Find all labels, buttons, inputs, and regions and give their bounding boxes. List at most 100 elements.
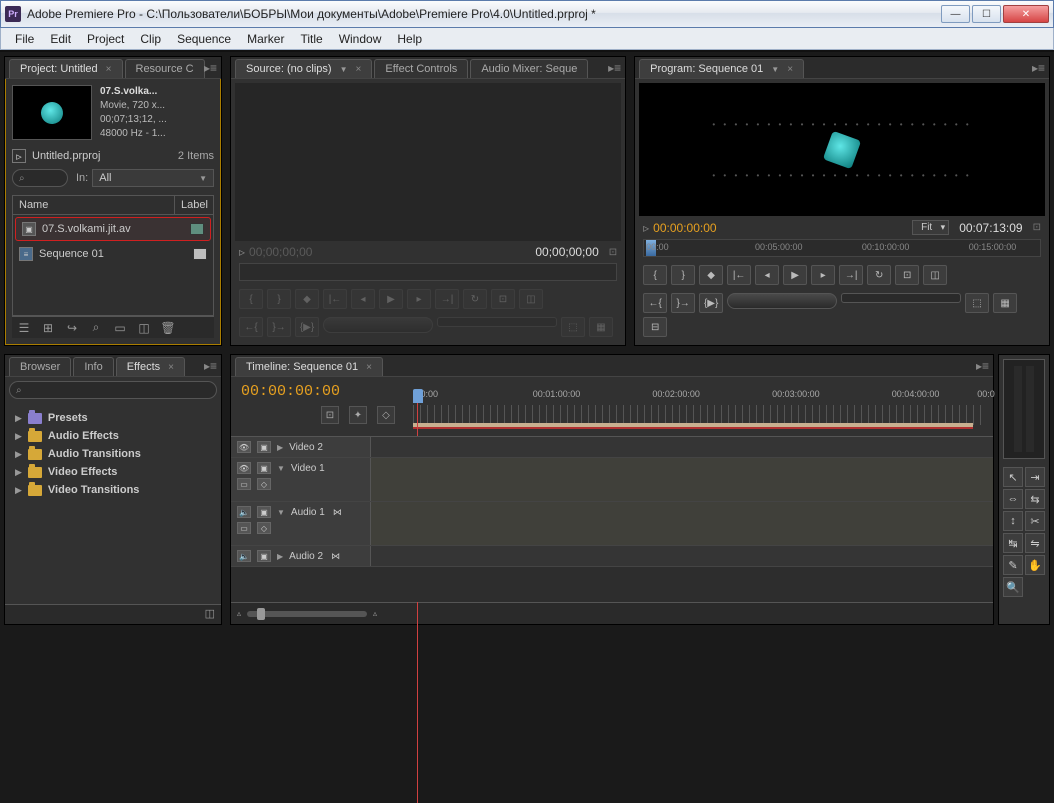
mark-out-button[interactable]: } [267,289,291,309]
label-swatch[interactable] [190,223,204,235]
track-style-icon[interactable]: ▭ [237,522,251,534]
extract-button[interactable]: ▦ [993,293,1017,313]
menu-marker[interactable]: Marker [239,30,292,48]
lock-icon[interactable]: ▣ [257,441,271,453]
zoom-fit-select[interactable]: Fit [912,220,949,235]
lock-icon[interactable]: ▣ [257,506,271,518]
tab-source[interactable]: Source: (no clips)▼× [235,59,372,78]
razor-tool[interactable]: ✂ [1025,511,1045,531]
menu-file[interactable]: File [7,30,42,48]
timeline-playhead[interactable] [413,389,423,427]
play-inout-button[interactable]: {▶} [295,317,319,337]
bin-item-clip[interactable]: ▣ 07.S.volkami.jit.av [15,217,211,241]
play-button[interactable]: ▶ [379,289,403,309]
menu-clip[interactable]: Clip [132,30,169,48]
step-back-button[interactable]: ◂ [755,265,779,285]
menu-edit[interactable]: Edit [42,30,79,48]
slip-tool[interactable]: ↹ [1003,533,1023,553]
play-button[interactable]: ▶ [783,265,807,285]
prev-marker-button[interactable]: ←{ [239,317,263,337]
delete-icon[interactable]: 🗑 [160,320,176,336]
program-ruler[interactable]: 00:00 00:05:00:00 00:10:00:00 00:15:00:0… [643,239,1041,257]
menu-sequence[interactable]: Sequence [169,30,239,48]
eye-icon[interactable]: 👁 [237,441,251,453]
prev-edit-button[interactable]: ←{ [643,293,667,313]
tab-program[interactable]: Program: Sequence 01▼× [639,59,804,78]
export-frame-button[interactable]: ◫ [923,265,947,285]
snap-icon[interactable]: ⊡ [321,406,339,424]
menu-window[interactable]: Window [331,30,390,48]
mark-in-button[interactable]: { [643,265,667,285]
eye-icon[interactable]: 👁 [237,462,251,474]
insert-button[interactable]: ⬚ [561,317,585,337]
timeline-timecode[interactable]: 00:00:00:00 [241,383,405,400]
step-fwd-button[interactable]: ▸ [811,265,835,285]
tab-resource[interactable]: Resource C [125,59,205,78]
marker-button[interactable]: ◆ [699,265,723,285]
goto-in-button[interactable]: |← [727,265,751,285]
tab-effect-controls[interactable]: Effect Controls [374,59,468,78]
trim-button[interactable]: ⊟ [643,317,667,337]
loop-button[interactable]: ↻ [867,265,891,285]
source-ruler[interactable] [239,263,617,281]
overlay-button[interactable]: ▦ [589,317,613,337]
mark-in-button[interactable]: { [239,289,263,309]
track-video-1[interactable]: 👁▣▼Video 1 ▭◇ [231,458,993,502]
zoom-tool[interactable]: 🔍 [1003,577,1023,597]
goto-in-button[interactable]: |← [323,289,347,309]
zoom-slider[interactable] [247,611,367,617]
effects-folder-video-effects[interactable]: ▶Video Effects [11,463,215,481]
step-back-button[interactable]: ◂ [351,289,375,309]
hand-tool[interactable]: ✋ [1025,555,1045,575]
panel-menu-icon[interactable]: ▸≡ [608,61,621,75]
pen-tool[interactable]: ✎ [1003,555,1023,575]
next-edit-button[interactable]: }→ [671,293,695,313]
keyframe-icon[interactable]: ◇ [257,522,271,534]
effects-folder-audio-effects[interactable]: ▶Audio Effects [11,427,215,445]
tab-browser[interactable]: Browser [9,357,71,376]
jog-shuttle[interactable] [727,293,837,309]
bin-item-sequence[interactable]: ≡ Sequence 01 [13,243,213,265]
panel-menu-icon[interactable]: ▸≡ [204,61,217,75]
safe-margin-button[interactable]: ⊡ [491,289,515,309]
loop-button[interactable]: ↻ [463,289,487,309]
mark-out-button[interactable]: } [671,265,695,285]
goto-out-button[interactable]: →| [435,289,459,309]
find-icon[interactable]: ⌕ [88,320,104,336]
track-audio-2[interactable]: 🔈▣▶Audio 2⋈ [231,546,993,567]
menu-title[interactable]: Title [292,30,330,48]
effects-folder-video-transitions[interactable]: ▶Video Transitions [11,481,215,499]
minimize-button[interactable]: — [941,5,970,23]
zoom-out-icon[interactable]: ▵ [237,609,241,618]
tab-audio-mixer[interactable]: Audio Mixer: Seque [470,59,588,78]
ripple-tool[interactable]: ⇔ [1003,489,1023,509]
menu-help[interactable]: Help [389,30,430,48]
lock-icon[interactable]: ▣ [257,550,271,562]
track-style-icon[interactable]: ▭ [237,478,251,490]
new-bin-icon[interactable]: ◫ [205,607,215,622]
close-icon[interactable]: × [356,64,362,75]
export-frame-button[interactable]: ◫ [519,289,543,309]
source-tc-in[interactable]: ▹00;00;00;00 [239,245,312,259]
automate-icon[interactable]: ↪ [64,320,80,336]
effects-search[interactable]: ⌕ [9,381,217,399]
panel-menu-icon[interactable]: ▸≡ [976,359,989,373]
marker-icon[interactable]: ◇ [377,406,395,424]
lift-button[interactable]: ⬚ [965,293,989,313]
new-bin-icon[interactable]: ▭ [112,320,128,336]
jog-shuttle[interactable] [323,317,433,333]
tab-info[interactable]: Info [73,357,113,376]
program-tc[interactable]: ▹00:00:00:00 [643,221,716,235]
wrench-icon[interactable]: ✦ [349,406,367,424]
clip-thumbnail[interactable] [12,85,92,140]
keyframe-icon[interactable]: ◇ [257,478,271,490]
timeline-ruler[interactable]: :00:00 00:01:00:00 00:02:00:00 00:03:00:… [413,389,983,425]
close-icon[interactable]: × [168,362,174,373]
tab-effects[interactable]: Effects× [116,357,185,376]
track-video-2[interactable]: 👁▣▶Video 2 [231,437,993,458]
rate-stretch-tool[interactable]: ↕ [1003,511,1023,531]
search-input[interactable]: ⌕ [12,169,68,187]
icon-view-icon[interactable]: ⊞ [40,320,56,336]
tab-project[interactable]: Project: Untitled× [9,59,123,78]
track-select-tool[interactable]: ⇥ [1025,467,1045,487]
